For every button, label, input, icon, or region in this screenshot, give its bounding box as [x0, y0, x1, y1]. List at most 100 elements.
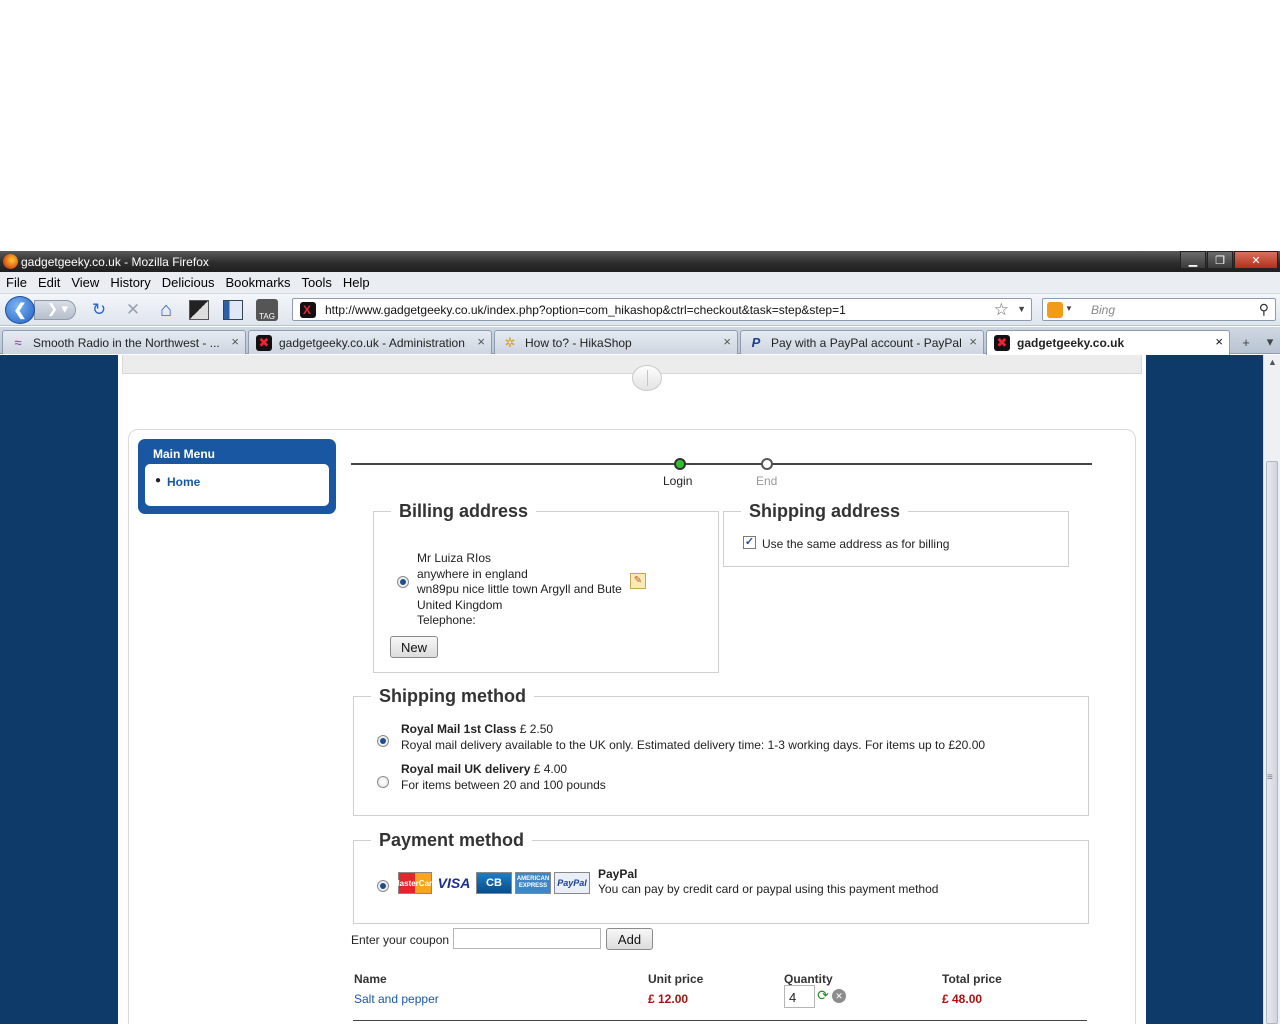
navigation-toolbar: ❯ ▾ ❮ ↻ ✕ ⌂ TAG http://www.gadgetgeeky.c… [0, 294, 1280, 326]
close-tab-icon[interactable]: × [969, 334, 977, 349]
sidebar-toggle-icon[interactable] [222, 299, 244, 321]
shipping-option-royal-mail-1st: Royal Mail 1st Class £ 2.50 Royal mail d… [401, 722, 985, 752]
search-input[interactable]: Bing [1091, 303, 1115, 317]
menu-history[interactable]: History [110, 275, 150, 290]
scrollbar-thumb[interactable] [1266, 461, 1278, 1024]
maximize-button[interactable]: ❐ [1207, 251, 1233, 269]
step-end-dot [761, 458, 773, 470]
shipping-option-royal-mail-uk-radio[interactable] [377, 776, 389, 788]
same-address-label: Use the same address as for billing [762, 537, 950, 551]
cart-header-unit-price: Unit price [648, 972, 704, 986]
tab-bar: ≈ Smooth Radio in the Northwest - ... × … [0, 327, 1280, 355]
hikashop-icon: ✲ [504, 335, 516, 350]
payment-method-name: PayPal [598, 867, 638, 881]
step-login-dot [674, 458, 686, 470]
window-titlebar: gadgetgeeky.co.uk - Mozilla Firefox ▁ ❐ … [0, 251, 1280, 272]
url-history-dropdown-icon[interactable]: ▼ [1017, 304, 1026, 314]
stop-icon[interactable]: ✕ [122, 299, 144, 321]
close-tab-icon[interactable]: × [477, 334, 485, 349]
page-container: Main Menu ● Home Login End Billing addre… [118, 355, 1146, 1024]
tab-label: How to? - HikaShop [525, 336, 632, 350]
cart-item-name-link[interactable]: Salt and pepper [354, 992, 439, 1006]
step-end-label: End [756, 474, 778, 488]
add-coupon-button[interactable]: Add [606, 928, 653, 950]
close-tab-icon[interactable]: × [1215, 334, 1223, 349]
remove-item-icon[interactable]: ✕ [832, 989, 846, 1003]
menu-file[interactable]: File [6, 275, 27, 290]
paypal-logo: PayPal [554, 872, 590, 894]
coupon-input[interactable] [453, 928, 601, 949]
tab-gadgetgeeky[interactable]: ✖ gadgetgeeky.co.uk × [986, 330, 1230, 355]
step-login-label: Login [663, 474, 693, 488]
page-scrollbar[interactable]: ▲ ≡ [1263, 355, 1280, 1024]
home-icon[interactable]: ⌂ [155, 299, 177, 321]
shipping-option-price: £ 4.00 [533, 762, 568, 776]
new-tab-button[interactable]: + [1234, 331, 1258, 353]
search-icon[interactable]: ⚲ [1259, 301, 1269, 318]
url-bar[interactable]: http://www.gadgetgeeky.co.uk/index.php?o… [292, 298, 1032, 321]
joomla-icon: ✖ [994, 335, 1010, 351]
tab-paypal[interactable]: P Pay with a PayPal account - PayPal × [740, 330, 984, 354]
close-tab-icon[interactable]: × [231, 334, 239, 349]
shipping-option-name: Royal mail UK delivery [401, 762, 531, 776]
search-engine-dropdown-icon[interactable]: ▼ [1065, 304, 1073, 313]
shipping-method-title: Shipping method [379, 686, 526, 706]
tab-label: gadgetgeeky.co.uk - Administration [279, 336, 465, 350]
bookmarklet-icon[interactable] [188, 299, 210, 321]
cb-logo: CB [476, 872, 512, 894]
payment-method-desc: You can pay by credit card or paypal usi… [598, 882, 939, 896]
reload-icon[interactable]: ↻ [88, 299, 110, 321]
cart-item-quantity-input[interactable]: 4 [784, 985, 815, 1008]
search-bar[interactable]: ▼ Bing ⚲ [1042, 298, 1276, 321]
visa-logo: VISA [435, 872, 473, 894]
payment-method-title: Payment method [379, 830, 525, 850]
tab-administration[interactable]: ✖ gadgetgeeky.co.uk - Administration × [248, 330, 492, 354]
bookmark-star-icon[interactable]: ☆ [994, 300, 1009, 320]
tab-hikashop[interactable]: ✲ How to? - HikaShop × [494, 330, 738, 354]
menu-item-home[interactable]: Home [167, 475, 200, 489]
cart-item-unit-price: £ 12.00 [648, 992, 689, 1006]
back-button[interactable]: ❮ [5, 296, 35, 324]
window-title: gadgetgeeky.co.uk - Mozilla Firefox [21, 255, 209, 269]
site-favicon-icon [300, 302, 316, 318]
close-tab-icon[interactable]: × [723, 334, 731, 349]
payment-card-logos: MasterCard VISA CB AMERICAN EXPRESS PayP… [393, 872, 593, 894]
same-address-checkbox[interactable]: ✓ [743, 536, 756, 549]
minimize-button[interactable]: ▁ [1180, 251, 1206, 269]
tag-label: TAG [256, 299, 278, 321]
shipping-option-name: Royal Mail 1st Class [401, 722, 517, 736]
checkout-progress-line [351, 463, 1092, 465]
tab-smooth-radio[interactable]: ≈ Smooth Radio in the Northwest - ... × [2, 330, 246, 354]
edit-address-icon[interactable]: ✎ [630, 573, 646, 589]
billing-line-telephone: Telephone: [417, 613, 476, 628]
close-window-button[interactable]: ✕ [1234, 251, 1278, 269]
search-engine-icon[interactable] [1047, 302, 1063, 318]
coupon-label: Enter your coupon [351, 933, 450, 947]
shipping-option-royal-mail-1st-radio[interactable] [377, 735, 389, 747]
billing-address-block: Mr Luiza RIos anywhere in england wn89pu… [417, 551, 622, 629]
new-address-button[interactable]: New [390, 636, 438, 658]
shipping-address-fieldset: Shipping address [723, 501, 1069, 567]
menu-edit[interactable]: Edit [38, 275, 60, 290]
main-menu-title: Main Menu [153, 447, 215, 461]
billing-line-country: United Kingdom [417, 597, 503, 612]
billing-address-radio[interactable] [397, 576, 409, 588]
tab-list-button[interactable]: ▾ [1258, 331, 1280, 353]
payment-paypal-radio[interactable] [377, 880, 389, 892]
menu-delicious[interactable]: Delicious [162, 275, 215, 290]
cart-header-total-price: Total price [942, 972, 1002, 986]
scroll-up-arrow-icon[interactable]: ▲ [1268, 357, 1277, 367]
menubar: File Edit View History Delicious Bookmar… [0, 272, 1280, 294]
menu-view[interactable]: View [71, 275, 99, 290]
paypal-icon: P [751, 335, 761, 350]
slider-handle[interactable] [632, 365, 662, 391]
refresh-quantity-icon[interactable]: ⟳ [816, 988, 830, 1002]
menu-bookmarks[interactable]: Bookmarks [226, 275, 291, 290]
menu-tools[interactable]: Tools [302, 275, 332, 290]
forward-button[interactable]: ❯ ▾ [34, 300, 76, 320]
delicious-tag-icon[interactable]: TAG [256, 299, 278, 321]
menu-help[interactable]: Help [343, 275, 370, 290]
url-text[interactable]: http://www.gadgetgeeky.co.uk/index.php?o… [325, 303, 846, 317]
cart-divider [353, 1020, 1087, 1021]
checkout-panel: Main Menu ● Home Login End Billing addre… [128, 429, 1136, 1024]
